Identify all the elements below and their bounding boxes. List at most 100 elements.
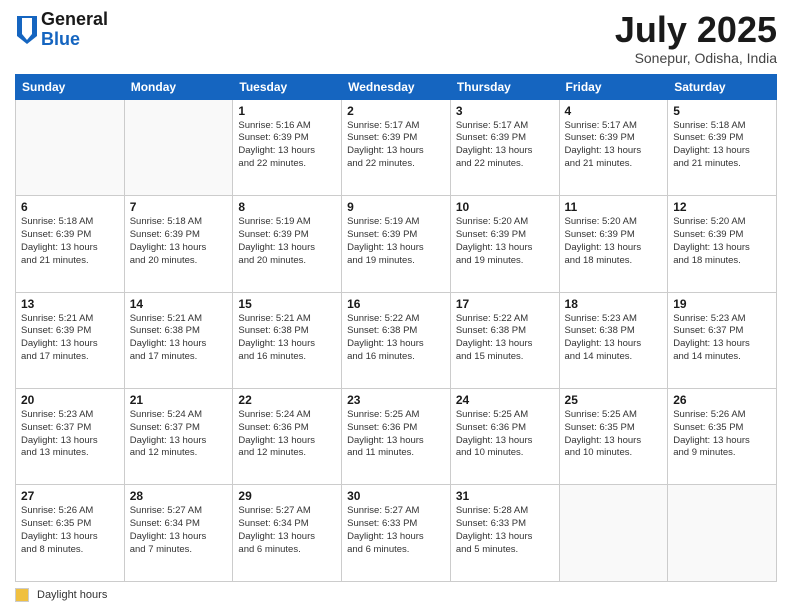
day-number: 31 <box>456 489 554 503</box>
logo-general-text: General <box>41 10 108 30</box>
logo-icon <box>17 16 37 44</box>
calendar-table: SundayMondayTuesdayWednesdayThursdayFrid… <box>15 74 777 582</box>
footer: Daylight hours <box>15 588 777 602</box>
weekday-header-thursday: Thursday <box>450 74 559 99</box>
daylight-swatch <box>15 588 29 602</box>
day-info: Sunrise: 5:20 AM Sunset: 6:39 PM Dayligh… <box>456 216 554 267</box>
calendar-cell: 16 Sunrise: 5:22 AM Sunset: 6:38 PM Dayli… <box>342 292 451 388</box>
day-number: 5 <box>673 104 771 118</box>
day-number: 3 <box>456 104 554 118</box>
day-info: Sunrise: 5:17 AM Sunset: 6:39 PM Dayligh… <box>565 120 663 171</box>
calendar-cell: 21Sunrise: 5:24 AM Sunset: 6:37 PM Dayli… <box>124 389 233 485</box>
day-info: Sunrise: 5:27 AM Sunset: 6:34 PM Dayligh… <box>238 505 336 556</box>
day-number: 15 <box>238 297 336 311</box>
day-info: Sunrise: 5:18 AM Sunset: 6:39 PM Dayligh… <box>130 216 228 267</box>
day-info: Sunrise: 5:23 AM Sunset: 6:37 PM Dayligh… <box>673 313 771 364</box>
month-title: July 2025 <box>615 10 777 50</box>
calendar-cell: 2Sunrise: 5:17 AM Sunset: 6:39 PM Daylig… <box>342 99 451 195</box>
calendar-cell: 11 Sunrise: 5:20 AM Sunset: 6:39 PM Dayli… <box>559 196 668 292</box>
day-number: 28 <box>130 489 228 503</box>
calendar-week-2: 6 Sunrise: 5:18 AM Sunset: 6:39 PM Daylig… <box>16 196 777 292</box>
day-info: Sunrise: 5:20 AM Sunset: 6:39 PM Dayligh… <box>565 216 663 267</box>
day-number: 9 <box>347 200 445 214</box>
day-info: Sunrise: 5:25 AM Sunset: 6:36 PM Dayligh… <box>456 409 554 460</box>
calendar-cell <box>16 99 125 195</box>
day-number: 20 <box>21 393 119 407</box>
page: General Blue July 2025 Sonepur, Odisha, … <box>0 0 792 612</box>
day-number: 27 <box>21 489 119 503</box>
header: General Blue July 2025 Sonepur, Odisha, … <box>15 10 777 66</box>
day-number: 29 <box>238 489 336 503</box>
day-number: 16 <box>347 297 445 311</box>
day-info: Sunrise: 5:25 AM Sunset: 6:35 PM Dayligh… <box>565 409 663 460</box>
day-info: Sunrise: 5:18 AM Sunset: 6:39 PM Dayligh… <box>21 216 119 267</box>
day-info: Sunrise: 5:19 AM Sunset: 6:39 PM Dayligh… <box>238 216 336 267</box>
calendar-cell: 10Sunrise: 5:20 AM Sunset: 6:39 PM Dayli… <box>450 196 559 292</box>
day-number: 8 <box>238 200 336 214</box>
calendar-week-3: 13Sunrise: 5:21 AM Sunset: 6:39 PM Dayli… <box>16 292 777 388</box>
calendar-header: SundayMondayTuesdayWednesdayThursdayFrid… <box>16 74 777 99</box>
day-number: 1 <box>238 104 336 118</box>
calendar-cell <box>124 99 233 195</box>
day-number: 4 <box>565 104 663 118</box>
day-number: 21 <box>130 393 228 407</box>
day-number: 30 <box>347 489 445 503</box>
day-number: 17 <box>456 297 554 311</box>
calendar-cell: 4 Sunrise: 5:17 AM Sunset: 6:39 PM Daylig… <box>559 99 668 195</box>
day-info: Sunrise: 5:21 AM Sunset: 6:39 PM Dayligh… <box>21 313 119 364</box>
day-info: Sunrise: 5:21 AM Sunset: 6:38 PM Dayligh… <box>130 313 228 364</box>
calendar-week-4: 20Sunrise: 5:23 AM Sunset: 6:37 PM Dayli… <box>16 389 777 485</box>
day-number: 14 <box>130 297 228 311</box>
calendar-cell <box>668 485 777 582</box>
day-info: Sunrise: 5:26 AM Sunset: 6:35 PM Dayligh… <box>673 409 771 460</box>
day-info: Sunrise: 5:17 AM Sunset: 6:39 PM Dayligh… <box>456 120 554 171</box>
calendar-cell: 9 Sunrise: 5:19 AM Sunset: 6:39 PM Daylig… <box>342 196 451 292</box>
calendar-cell: 5 Sunrise: 5:18 AM Sunset: 6:39 PM Daylig… <box>668 99 777 195</box>
logo-blue-text: Blue <box>41 30 108 50</box>
weekday-row: SundayMondayTuesdayWednesdayThursdayFrid… <box>16 74 777 99</box>
calendar-cell: 14 Sunrise: 5:21 AM Sunset: 6:38 PM Dayli… <box>124 292 233 388</box>
calendar-cell: 22 Sunrise: 5:24 AM Sunset: 6:36 PM Dayli… <box>233 389 342 485</box>
calendar-cell: 25 Sunrise: 5:25 AM Sunset: 6:35 PM Dayli… <box>559 389 668 485</box>
calendar-cell: 24 Sunrise: 5:25 AM Sunset: 6:36 PM Dayli… <box>450 389 559 485</box>
day-info: Sunrise: 5:27 AM Sunset: 6:34 PM Dayligh… <box>130 505 228 556</box>
calendar-cell: 19 Sunrise: 5:23 AM Sunset: 6:37 PM Dayli… <box>668 292 777 388</box>
day-number: 6 <box>21 200 119 214</box>
day-number: 22 <box>238 393 336 407</box>
day-number: 12 <box>673 200 771 214</box>
calendar-cell: 3 Sunrise: 5:17 AM Sunset: 6:39 PM Daylig… <box>450 99 559 195</box>
calendar-week-5: 27Sunrise: 5:26 AM Sunset: 6:35 PM Dayli… <box>16 485 777 582</box>
day-number: 26 <box>673 393 771 407</box>
day-info: Sunrise: 5:22 AM Sunset: 6:38 PM Dayligh… <box>347 313 445 364</box>
day-number: 25 <box>565 393 663 407</box>
calendar-cell: 1 Sunrise: 5:16 AM Sunset: 6:39 PM Daylig… <box>233 99 342 195</box>
calendar-cell: 23Sunrise: 5:25 AM Sunset: 6:36 PM Dayli… <box>342 389 451 485</box>
calendar-cell: 7Sunrise: 5:18 AM Sunset: 6:39 PM Daylig… <box>124 196 233 292</box>
day-info: Sunrise: 5:18 AM Sunset: 6:39 PM Dayligh… <box>673 120 771 171</box>
weekday-header-tuesday: Tuesday <box>233 74 342 99</box>
calendar-cell: 26 Sunrise: 5:26 AM Sunset: 6:35 PM Dayli… <box>668 389 777 485</box>
calendar-cell: 12 Sunrise: 5:20 AM Sunset: 6:39 PM Dayli… <box>668 196 777 292</box>
day-info: Sunrise: 5:21 AM Sunset: 6:38 PM Dayligh… <box>238 313 336 364</box>
logo: General Blue <box>15 10 108 50</box>
calendar-cell: 31 Sunrise: 5:28 AM Sunset: 6:33 PM Dayli… <box>450 485 559 582</box>
title-section: July 2025 Sonepur, Odisha, India <box>615 10 777 66</box>
day-number: 18 <box>565 297 663 311</box>
weekday-header-wednesday: Wednesday <box>342 74 451 99</box>
calendar-cell <box>559 485 668 582</box>
day-info: Sunrise: 5:24 AM Sunset: 6:36 PM Dayligh… <box>238 409 336 460</box>
day-number: 23 <box>347 393 445 407</box>
day-info: Sunrise: 5:27 AM Sunset: 6:33 PM Dayligh… <box>347 505 445 556</box>
day-number: 11 <box>565 200 663 214</box>
day-info: Sunrise: 5:28 AM Sunset: 6:33 PM Dayligh… <box>456 505 554 556</box>
location: Sonepur, Odisha, India <box>615 50 777 66</box>
weekday-header-sunday: Sunday <box>16 74 125 99</box>
day-info: Sunrise: 5:20 AM Sunset: 6:39 PM Dayligh… <box>673 216 771 267</box>
day-info: Sunrise: 5:19 AM Sunset: 6:39 PM Dayligh… <box>347 216 445 267</box>
calendar-cell: 29 Sunrise: 5:27 AM Sunset: 6:34 PM Dayli… <box>233 485 342 582</box>
day-info: Sunrise: 5:23 AM Sunset: 6:38 PM Dayligh… <box>565 313 663 364</box>
day-number: 24 <box>456 393 554 407</box>
calendar-cell: 27Sunrise: 5:26 AM Sunset: 6:35 PM Dayli… <box>16 485 125 582</box>
day-number: 19 <box>673 297 771 311</box>
day-info: Sunrise: 5:16 AM Sunset: 6:39 PM Dayligh… <box>238 120 336 171</box>
